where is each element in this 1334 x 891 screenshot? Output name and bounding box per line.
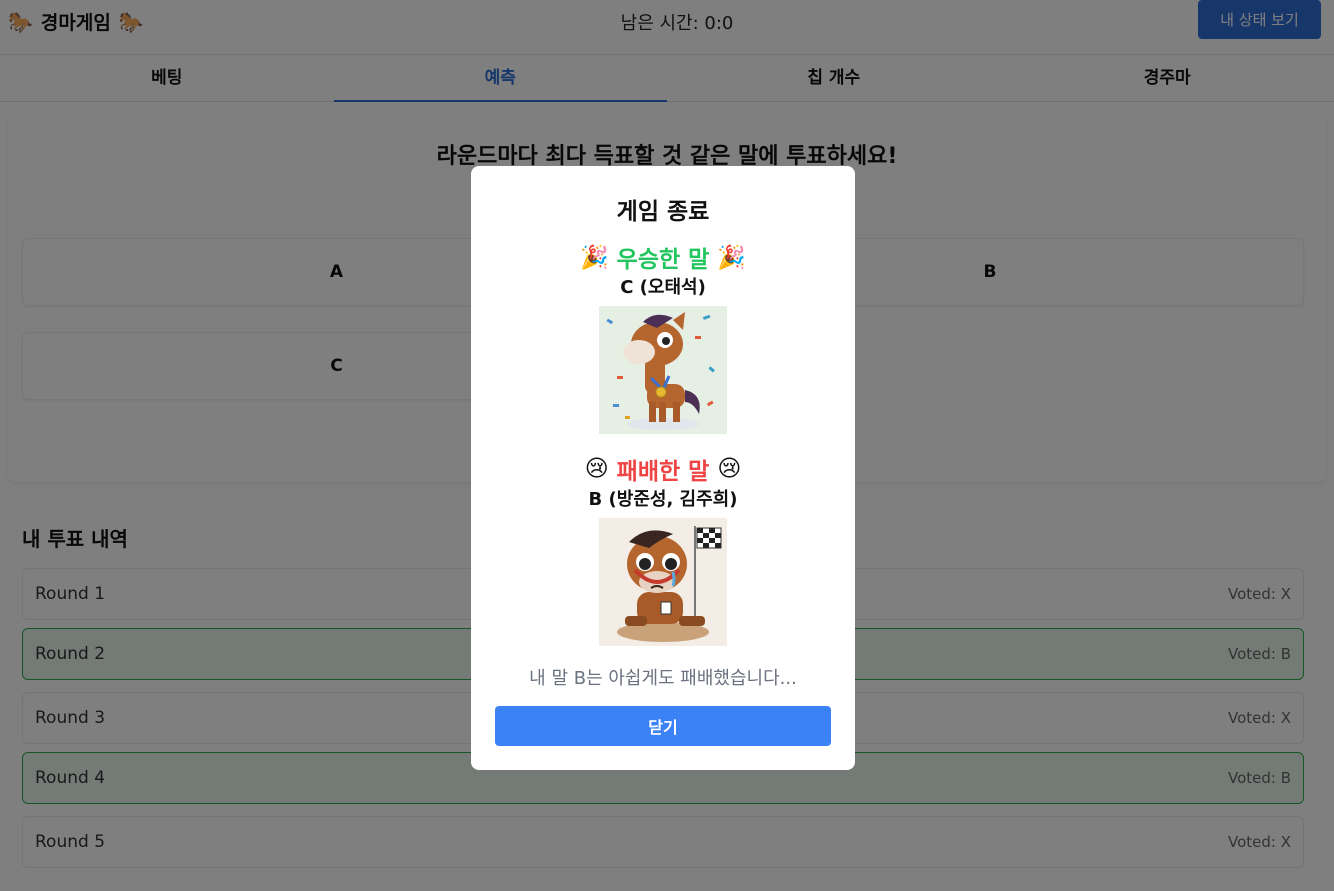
close-button[interactable]: 닫기 — [495, 706, 831, 746]
crying-face-icon: 😢 — [717, 456, 742, 482]
winner-names: C (오태석) — [620, 277, 706, 298]
result-message: 내 말 B는 아쉽게도 패배했습니다... — [529, 668, 797, 689]
game-over-modal: 게임 종료 🎉 우승한 말 🎉 C (오태석) 😢 패배한 말 😢 B (방준성… — [471, 166, 855, 770]
winning-horse-image — [599, 306, 727, 434]
crying-face-icon: 😢 — [584, 456, 609, 482]
modal-title: 게임 종료 — [616, 199, 710, 225]
losing-horse-image — [599, 518, 727, 646]
loser-label: 패배한 말 — [616, 459, 710, 485]
party-popper-icon: 🎉 — [580, 244, 609, 271]
loser-names: B (방준성, 김주희) — [588, 489, 738, 510]
winner-heading: 🎉 우승한 말 🎉 — [471, 240, 855, 274]
party-popper-icon: 🎉 — [717, 244, 746, 271]
winner-label: 우승한 말 — [616, 247, 710, 273]
loser-heading: 😢 패배한 말 😢 — [471, 452, 855, 486]
